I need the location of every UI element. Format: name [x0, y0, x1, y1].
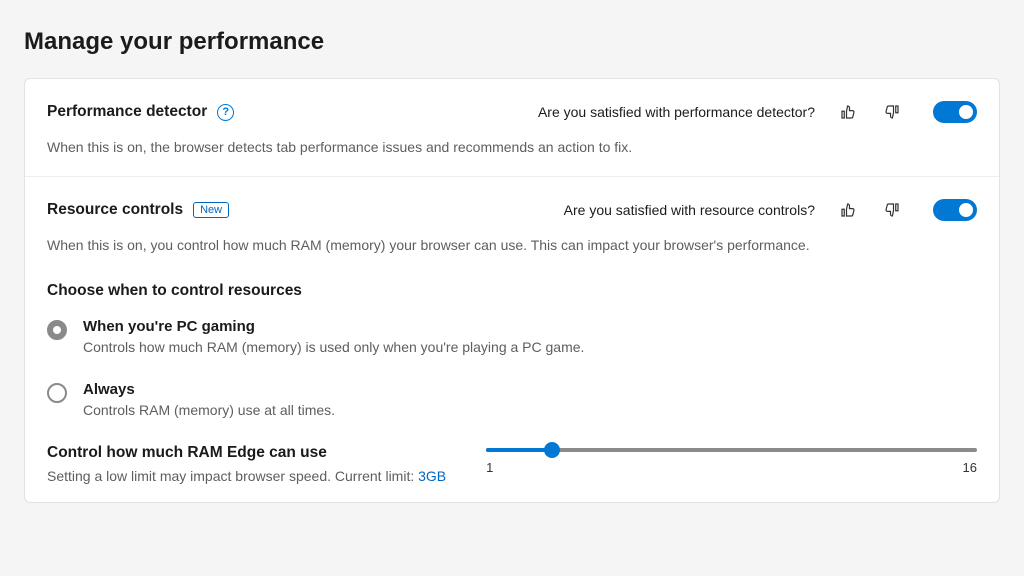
resource-controls-toggle[interactable]	[933, 199, 977, 221]
ram-current-limit: 3GB	[418, 468, 446, 484]
performance-detector-section: Performance detector ? Are you satisfied…	[25, 79, 999, 177]
ram-slider-min-label: 1	[486, 460, 493, 475]
radio-desc: Controls RAM (memory) use at all times.	[83, 402, 335, 418]
resource-controls-feedback-question: Are you satisfied with resource controls…	[564, 202, 815, 218]
thumbs-up-icon[interactable]	[831, 97, 865, 127]
ram-slider[interactable]	[486, 448, 977, 452]
new-badge: New	[193, 202, 229, 218]
resource-controls-section: Resource controls New Are you satisfied …	[25, 177, 999, 502]
radio-input[interactable]	[47, 320, 67, 340]
ram-slider-thumb[interactable]	[544, 442, 560, 458]
performance-detector-desc: When this is on, the browser detects tab…	[47, 137, 977, 158]
ram-slider-fill	[486, 448, 551, 452]
performance-detector-toggle[interactable]	[933, 101, 977, 123]
radio-option-pc-gaming[interactable]: When you're PC gaming Controls how much …	[47, 318, 977, 355]
resource-controls-title: Resource controls	[47, 201, 183, 219]
radio-desc: Controls how much RAM (memory) is used o…	[83, 339, 584, 355]
performance-detector-feedback-question: Are you satisfied with performance detec…	[538, 104, 815, 120]
choose-when-heading: Choose when to control resources	[47, 282, 977, 300]
ram-slider-desc: Setting a low limit may impact browser s…	[47, 468, 446, 484]
radio-option-always[interactable]: Always Controls RAM (memory) use at all …	[47, 381, 977, 418]
help-icon[interactable]: ?	[217, 104, 234, 121]
performance-detector-title: Performance detector	[47, 103, 207, 121]
ram-slider-max-label: 16	[963, 460, 977, 475]
resource-controls-desc: When this is on, you control how much RA…	[47, 235, 977, 256]
page-title: Manage your performance	[24, 28, 1000, 56]
settings-panel: Performance detector ? Are you satisfied…	[24, 78, 1000, 503]
radio-input[interactable]	[47, 383, 67, 403]
thumbs-up-icon[interactable]	[831, 195, 865, 225]
radio-label: When you're PC gaming	[83, 318, 584, 335]
radio-label: Always	[83, 381, 335, 398]
thumbs-down-icon[interactable]	[875, 195, 909, 225]
ram-slider-title: Control how much RAM Edge can use	[47, 444, 446, 462]
thumbs-down-icon[interactable]	[875, 97, 909, 127]
ram-slider-desc-text: Setting a low limit may impact browser s…	[47, 468, 418, 484]
